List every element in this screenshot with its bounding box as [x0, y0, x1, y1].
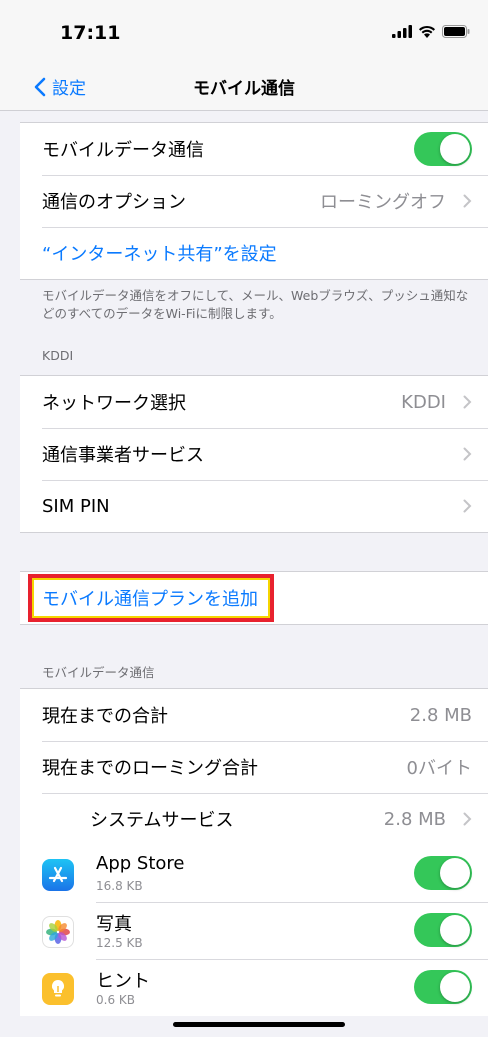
- total-usage-value: 2.8 MB: [409, 704, 472, 726]
- app-row: ヒント 0.6 KB: [20, 959, 488, 1016]
- hotspot-setup-row[interactable]: “インターネット共有”を設定: [20, 227, 488, 279]
- app-size: 0.6 KB: [96, 993, 135, 1007]
- status-time: 17:11: [60, 22, 121, 44]
- usage-section-header: モバイルデータ通信: [42, 665, 155, 680]
- chevron-right-icon: [463, 395, 472, 409]
- photos-toggle[interactable]: [414, 913, 472, 947]
- sim-pin-label: SIM PIN: [42, 495, 110, 517]
- status-bar: 17:11: [0, 0, 488, 62]
- wifi-icon: [419, 25, 435, 38]
- cellular-options-value: ローミングオフ: [320, 192, 446, 213]
- status-icons: [392, 25, 470, 38]
- network-selection-row[interactable]: ネットワーク選択 KDDI: [20, 376, 488, 428]
- page-title: モバイル通信: [193, 79, 295, 99]
- carrier-section-header: KDDI: [42, 348, 74, 363]
- system-services-label: システムサービス: [90, 810, 234, 831]
- chevron-right-icon: [463, 194, 472, 208]
- roaming-usage-label: 現在までのローミング合計: [42, 758, 258, 779]
- photos-glyph: [46, 920, 70, 944]
- app-name: App Store: [96, 853, 185, 874]
- chevron-right-icon: [463, 812, 472, 826]
- chevron-right-icon: [463, 499, 472, 513]
- sim-pin-row[interactable]: SIM PIN: [20, 480, 488, 532]
- cellular-group: モバイルデータ通信 通信のオプション ローミングオフ “インターネット共有”を設…: [20, 122, 488, 280]
- system-services-value: 2.8 MB: [383, 808, 446, 830]
- system-services-row[interactable]: システムサービス 2.8 MB: [20, 793, 488, 845]
- network-selection-label: ネットワーク選択: [42, 393, 186, 414]
- roaming-usage-value: 0バイト: [406, 758, 472, 779]
- cellular-options-row[interactable]: 通信のオプション ローミングオフ: [20, 175, 488, 227]
- home-indicator[interactable]: [173, 1022, 345, 1027]
- cellular-data-row: モバイルデータ通信: [20, 123, 488, 175]
- cellular-data-label: モバイルデータ通信: [42, 140, 204, 161]
- app-name: ヒント: [96, 971, 150, 992]
- carrier-services-row[interactable]: 通信事業者サービス: [20, 428, 488, 480]
- app-name: 写真: [96, 914, 132, 935]
- cellular-data-note: モバイルデータ通信をオフにして、メール、Webブラウズ、プッシュ通知などのすべて…: [42, 288, 469, 321]
- app-size: 12.5 KB: [96, 936, 143, 950]
- app-size: 16.8 KB: [96, 879, 143, 893]
- roaming-usage-row: 現在までのローミング合計 0バイト: [20, 741, 488, 793]
- app-store-icon: [42, 859, 74, 891]
- battery-icon: [442, 25, 470, 38]
- carrier-services-label: 通信事業者サービス: [42, 445, 204, 466]
- app-store-toggle[interactable]: [414, 856, 472, 890]
- total-usage-row: 現在までの合計 2.8 MB: [20, 689, 488, 741]
- navigation-bar: 設定 モバイル通信: [0, 62, 488, 111]
- lightbulb-glyph: [51, 979, 65, 997]
- carrier-group: ネットワーク選択 KDDI 通信事業者サービス SIM PIN: [20, 375, 488, 533]
- tips-toggle[interactable]: [414, 970, 472, 1004]
- tips-icon: [42, 973, 74, 1005]
- highlight-box: [28, 574, 274, 622]
- network-selection-value: KDDI: [401, 391, 446, 413]
- app-store-glyph: [48, 866, 68, 883]
- total-usage-label: 現在までの合計: [42, 706, 168, 727]
- usage-group: 現在までの合計 2.8 MB 現在までのローミング合計 0バイト システムサービ…: [20, 688, 488, 1016]
- app-row: App Store 16.8 KB: [20, 845, 488, 902]
- cellular-data-toggle[interactable]: [414, 132, 472, 166]
- signal-icon: [392, 25, 412, 38]
- toggle-knob: [440, 134, 470, 164]
- cellular-options-label: 通信のオプション: [42, 192, 186, 213]
- app-row: 写真 12.5 KB: [20, 902, 488, 959]
- hotspot-setup-link[interactable]: “インターネット共有”を設定: [42, 240, 277, 266]
- photos-icon: [42, 916, 74, 948]
- chevron-right-icon: [463, 447, 472, 461]
